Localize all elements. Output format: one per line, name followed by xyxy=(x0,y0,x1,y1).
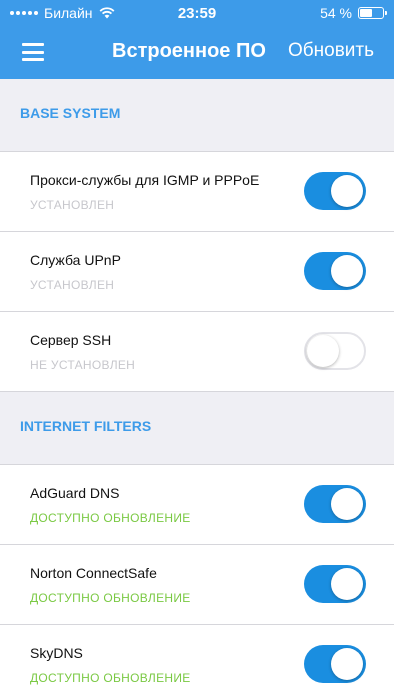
list-item: AdGuard DNS ДОСТУПНО ОБНОВЛЕНИЕ xyxy=(0,465,394,545)
install-toggle[interactable] xyxy=(304,565,366,603)
battery-percent: 54 % xyxy=(320,5,352,21)
item-title: Norton ConnectSafe xyxy=(30,565,157,581)
item-title: Сервер SSH xyxy=(30,332,112,348)
status-bar: Билайн 23:59 54 % xyxy=(0,0,394,26)
carrier-name: Билайн xyxy=(44,5,93,21)
install-toggle[interactable] xyxy=(304,645,366,683)
item-title: Служба UPnP xyxy=(30,252,121,268)
list-item: Служба UPnP УСТАНОВЛЕН xyxy=(0,232,394,312)
item-status: УСТАНОВЛЕН xyxy=(30,278,115,292)
section-title: INTERNET FILTERS xyxy=(20,418,152,434)
wifi-icon xyxy=(99,7,114,19)
item-status: НЕ УСТАНОВЛЕН xyxy=(30,358,136,372)
install-toggle[interactable] xyxy=(304,332,366,370)
install-toggle[interactable] xyxy=(304,485,366,523)
install-toggle[interactable] xyxy=(304,252,366,290)
item-title: SkyDNS xyxy=(30,645,83,661)
section-title: BASE SYSTEM xyxy=(20,105,121,121)
list-item: Norton ConnectSafe ДОСТУПНО ОБНОВЛЕНИЕ xyxy=(0,545,394,625)
item-status: ДОСТУПНО ОБНОВЛЕНИЕ xyxy=(30,591,191,605)
nav-bar: Встроенное ПО Обновить xyxy=(0,26,394,79)
page-title: Встроенное ПО xyxy=(112,40,266,62)
menu-icon[interactable] xyxy=(22,43,44,61)
list-item: Сервер SSH НЕ УСТАНОВЛЕН xyxy=(0,312,394,392)
signal-icon xyxy=(10,11,38,15)
item-title: AdGuard DNS xyxy=(30,485,120,501)
item-title: Прокси-службы для IGMP и PPPoE xyxy=(30,172,260,188)
item-status: ДОСТУПНО ОБНОВЛЕНИЕ xyxy=(30,671,191,685)
app-header: Билайн 23:59 54 % Встроенное ПО Обновить xyxy=(0,0,394,79)
install-toggle[interactable] xyxy=(304,172,366,210)
list-item: Прокси-службы для IGMP и PPPoE УСТАНОВЛЕ… xyxy=(0,152,394,232)
section-internet-filters: INTERNET FILTERS AdGuard DNS ДОСТУПНО ОБ… xyxy=(0,392,394,700)
update-button[interactable]: Обновить xyxy=(288,40,374,62)
list-item: SkyDNS ДОСТУПНО ОБНОВЛЕНИЕ xyxy=(0,625,394,700)
section-base-system: BASE SYSTEM Прокси-службы для IGMP и PPP… xyxy=(0,79,394,392)
battery-fill xyxy=(360,9,372,17)
battery-icon xyxy=(358,7,387,19)
item-status: ДОСТУПНО ОБНОВЛЕНИЕ xyxy=(30,511,191,525)
item-status: УСТАНОВЛЕН xyxy=(30,198,115,212)
